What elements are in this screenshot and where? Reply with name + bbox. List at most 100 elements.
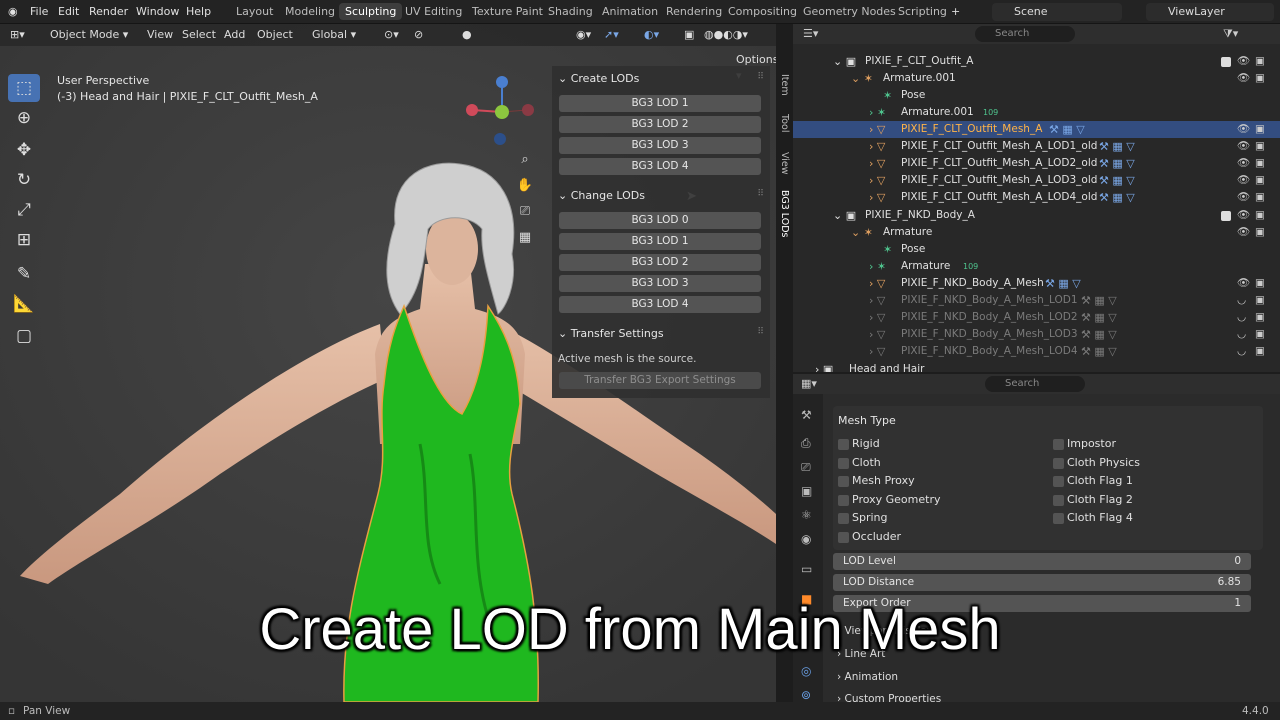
move-icon[interactable]: ✥ [8,136,40,164]
tab-tool[interactable]: Tool [776,114,790,132]
outliner-row-mesh[interactable]: › ▽ PIXIE_F_CLT_Outfit_Mesh_A_LOD2_old ⚒ ▦… [793,155,1280,172]
outliner-row-mesh[interactable]: › ▽ PIXIE_F_CLT_Outfit_Mesh_A_LOD1_old ⚒ ▦… [793,138,1280,155]
menu-object[interactable]: Object [257,27,293,43]
add-cube-icon[interactable]: ▢ [8,322,40,350]
physics-tab-icon[interactable]: ◎ [801,664,811,678]
view-layer-tab-icon[interactable]: ▣ [801,484,812,498]
shading-modes-icon[interactable]: ◍●◐◑▾ [704,27,748,43]
drag-handle-icon[interactable]: ⠿ [757,189,764,199]
cloth-flag-1-checkbox[interactable]: Cloth Flag 1 [1053,474,1133,487]
cloth-checkbox[interactable]: Cloth [838,456,881,469]
outliner-row-mesh-hidden[interactable]: › ▽ PIXIE_F_NKD_Body_A_Mesh_LOD4 ⚒ ▦ ▽ ◡ ▣ [793,343,1280,360]
outliner-row-mesh-selected[interactable]: › ▽ PIXIE_F_CLT_Outfit_Mesh_A ⚒ ▦ ▽ 👁 ▣ [793,121,1280,138]
output-tab-icon[interactable]: ⎚ [801,460,811,475]
pivot-icon[interactable]: ⊙▾ [384,27,399,43]
drag-handle-icon[interactable]: ⠿ [757,327,764,337]
drag-handle-icon[interactable]: ⠿ [757,72,764,82]
lod-level-field[interactable]: LOD Level 0 [833,553,1251,570]
change-lod-2-button[interactable]: BG3 LOD 2 [559,254,761,271]
tab-view[interactable]: View [776,152,790,175]
change-lod-1-button[interactable]: BG3 LOD 1 [559,233,761,250]
tab-animation[interactable]: Animation [602,5,658,18]
outliner-row-mesh-hidden[interactable]: › ▽ PIXIE_F_NKD_Body_A_Mesh_LOD3 ⚒ ▦ ▽ ◡ ▣ [793,326,1280,343]
menu-view[interactable]: View [147,27,173,43]
cloth-flag-4-checkbox[interactable]: Cloth Flag 4 [1053,511,1133,524]
proxy-geometry-checkbox[interactable]: Proxy Geometry [838,493,940,506]
outliner-row-collection[interactable]: ⌄ ▣ PIXIE_F_CLT_Outfit_A 👁 ▣ [793,53,1280,70]
outliner-row-mesh-hidden[interactable]: › ▽ PIXIE_F_NKD_Body_A_Mesh_LOD2 ⚒ ▦ ▽ ◡ ▣ [793,309,1280,326]
view-layer-selector[interactable]: ViewLayer [1146,3,1274,21]
rotate-icon[interactable]: ↻ [8,166,40,194]
outliner[interactable]: ☰▾ Search ⧩▾ ⌄ ▣ PIXIE_F_CLT_Outfit_A 👁 ▣ ⌄… [793,24,1280,372]
tab-layout[interactable]: Layout [236,5,273,18]
cloth-physics-checkbox[interactable]: Cloth Physics [1053,456,1140,469]
scale-icon[interactable]: ⤢ [8,196,40,224]
outliner-search-input[interactable]: Search [975,26,1075,42]
create-lod-3-button[interactable]: BG3 LOD 3 [559,137,761,154]
tool-tab-icon[interactable]: ⚒ [801,408,812,422]
tab-shading[interactable]: Shading [548,5,593,18]
menu-render[interactable]: Render [89,5,128,18]
editor-type-icon[interactable]: ☰▾ [803,27,818,40]
select-box-icon[interactable]: ⬚ [8,74,40,102]
spring-checkbox[interactable]: Spring [838,511,888,524]
pan-hand-icon[interactable]: ✋ [514,174,536,196]
outliner-row-armature-data[interactable]: › ✶ Armature 109 [793,258,1280,275]
mode-selector[interactable]: Object Mode ▾ [44,27,135,43]
outliner-row-pose[interactable]: ✶ Pose [793,241,1280,258]
properties-search-input[interactable]: Search [985,376,1085,392]
tab-scripting[interactable]: Scripting [898,5,947,18]
outliner-row-collection[interactable]: ⌄ ▣ PIXIE_F_NKD_Body_A 👁 ▣ [793,207,1280,224]
snap-icon[interactable]: ⊘ [414,27,423,43]
menu-file[interactable]: File [30,5,48,18]
transfer-settings-header[interactable]: ⌄ Transfer Settings [558,327,664,340]
outliner-row-armature[interactable]: ⌄ ✶ Armature 👁 ▣ [793,224,1280,241]
tab-rendering[interactable]: Rendering [666,5,722,18]
transform-icon[interactable]: ⊞ [8,226,40,254]
constraints-tab-icon[interactable]: ⊚ [801,688,811,702]
outliner-row-mesh-hidden[interactable]: › ▽ PIXIE_F_NKD_Body_A_Mesh_LOD1 ⚒ ▦ ▽ ◡ ▣ [793,292,1280,309]
menu-edit[interactable]: Edit [58,5,79,18]
lod-distance-field[interactable]: LOD Distance 6.85 [833,574,1251,591]
measure-icon[interactable]: 📐 [8,290,40,318]
overlay-icon[interactable]: ◐▾ [644,27,659,43]
editor-type-icon[interactable]: ⊞▾ [10,27,25,43]
menu-help[interactable]: Help [186,5,211,18]
menu-select[interactable]: Select [182,27,216,43]
cursor-icon[interactable]: ⊕ [8,104,40,132]
add-workspace-icon[interactable]: + [951,5,960,18]
camera-icon[interactable]: ⎚ [514,200,536,222]
editor-type-icon[interactable]: ▦▾ [801,377,817,390]
custom-properties-panel[interactable]: › Custom Properties [837,693,941,702]
cloth-flag-2-checkbox[interactable]: Cloth Flag 2 [1053,493,1133,506]
tab-geometry-nodes[interactable]: Geometry Nodes [803,5,896,18]
change-lod-3-button[interactable]: BG3 LOD 3 [559,275,761,292]
menu-window[interactable]: Window [136,5,179,18]
xray-icon[interactable]: ▣ [684,27,694,43]
tab-sculpting[interactable]: Sculpting [339,3,403,20]
outliner-row-armature-data[interactable]: › ✶ Armature.001 109 [793,104,1280,121]
create-lod-1-button[interactable]: BG3 LOD 1 [559,95,761,112]
proportional-edit-icon[interactable]: ● [462,27,472,43]
tab-item[interactable]: Item [776,74,790,96]
transfer-export-settings-button[interactable]: Transfer BG3 Export Settings [559,372,761,389]
outliner-row-armature[interactable]: ⌄ ✶ Armature.001 👁 ▣ [793,70,1280,87]
impostor-checkbox[interactable]: Impostor [1053,437,1116,450]
mesh-proxy-checkbox[interactable]: Mesh Proxy [838,474,915,487]
tab-modeling[interactable]: Modeling [285,5,335,18]
create-lod-4-button[interactable]: BG3 LOD 4 [559,158,761,175]
zoom-icon[interactable]: ⌕ [514,148,536,170]
rigid-checkbox[interactable]: Rigid [838,437,880,450]
tab-uv-editing[interactable]: UV Editing [405,5,462,18]
outliner-row-collection[interactable]: › ▣ Head and Hair [793,361,1280,372]
filter-icon[interactable]: ⧩▾ [1223,27,1238,41]
menu-add[interactable]: Add [224,27,245,43]
create-lods-header[interactable]: ⌄ Create LODs [558,72,639,85]
tab-compositing[interactable]: Compositing [728,5,797,18]
visibility-icon[interactable]: ◉▾ [576,27,591,43]
outliner-row-mesh[interactable]: › ▽ PIXIE_F_NKD_Body_A_Mesh ⚒ ▦ ▽ 👁 ▣ [793,275,1280,292]
scene-tab-icon[interactable]: ⚛ [801,508,812,522]
transform-orientation[interactable]: Global ▾ [312,27,356,43]
scene-selector[interactable]: Scene [992,3,1122,21]
render-tab-icon[interactable]: ⎙ [801,436,811,451]
